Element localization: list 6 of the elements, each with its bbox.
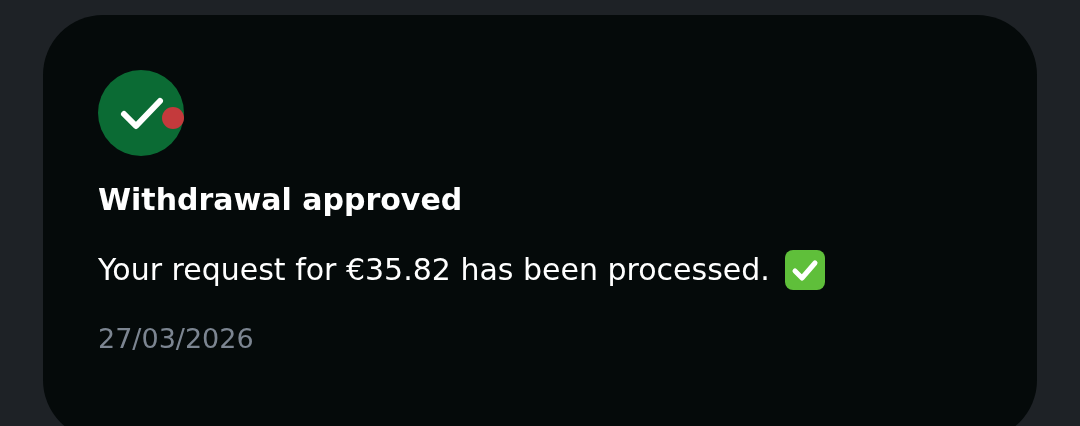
notification-card[interactable]: Withdrawal approved Your request for €35.82 has been processed. 27/03/2026 <box>43 15 1037 426</box>
notification-title: Withdrawal approved <box>98 181 463 219</box>
notification-message: Your request for €35.82 has been processed. <box>98 251 770 289</box>
check-box-icon <box>783 249 826 291</box>
notification-date: 27/03/2026 <box>98 322 254 356</box>
check-circle-icon <box>98 70 184 156</box>
